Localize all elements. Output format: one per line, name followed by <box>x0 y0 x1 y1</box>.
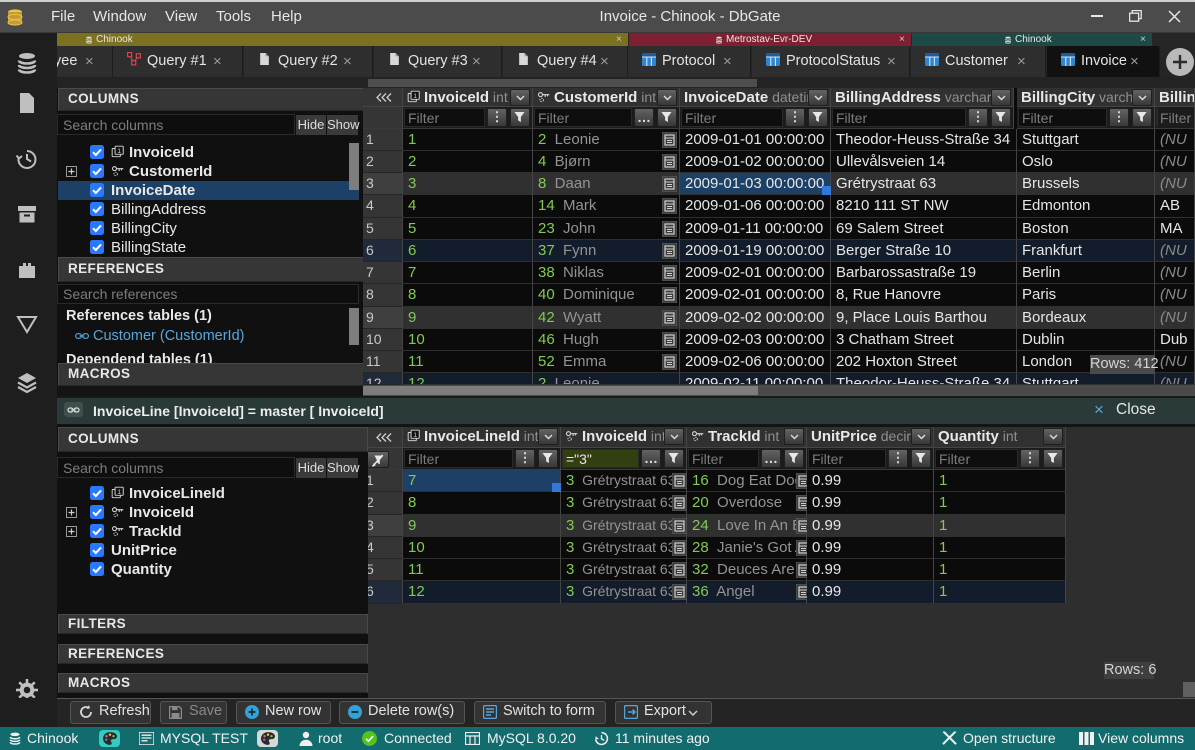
svg-text:1: 1 <box>117 148 121 155</box>
svg-text:1: 1 <box>117 489 121 496</box>
svg-text:1: 1 <box>413 432 417 439</box>
svg-text:1: 1 <box>413 93 417 100</box>
